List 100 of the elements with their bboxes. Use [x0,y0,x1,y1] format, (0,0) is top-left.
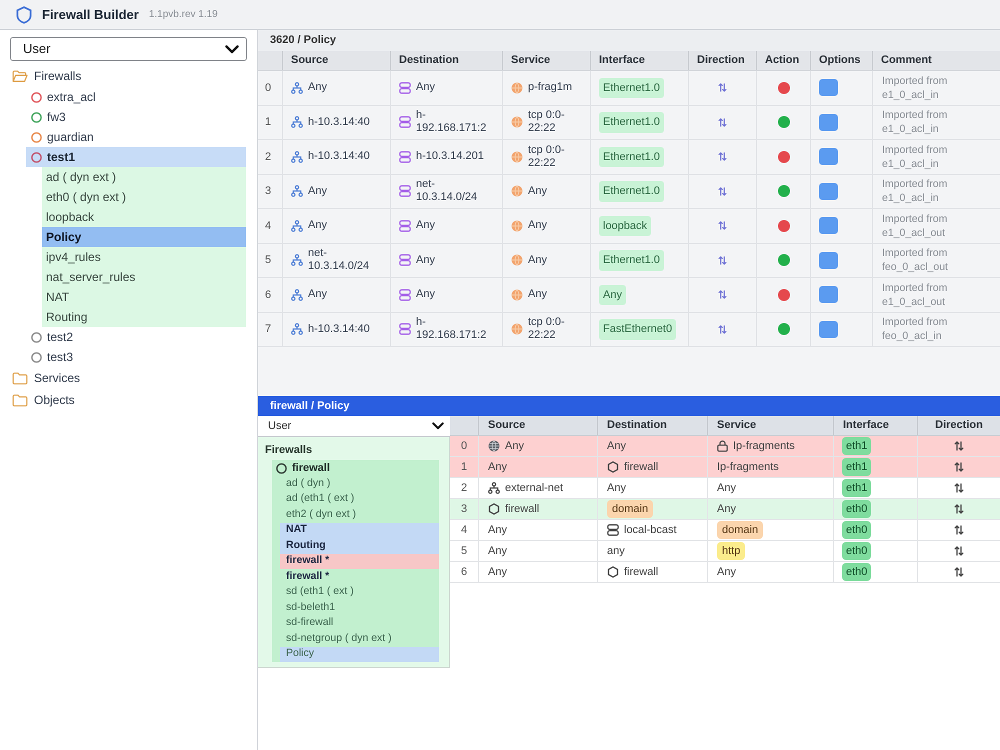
library-dropdown[interactable]: User [10,37,247,61]
options-icon[interactable] [819,286,838,304]
options-icon[interactable] [819,320,838,338]
column-header: Action [765,53,800,68]
row-number: 6 [265,288,272,302]
globe-icon [488,440,500,452]
row-number: 4 [265,218,272,234]
status-ring-icon [276,462,287,474]
up-down-arrows-icon [954,483,964,493]
up-down-arrows-icon [718,290,727,300]
row-number: 2 [460,480,468,496]
tree-item[interactable]: sd-firewall [280,616,439,631]
tree-item[interactable]: NAT [280,522,439,538]
tree-item[interactable]: Policy [42,227,246,247]
tree-item[interactable]: loopback [42,207,246,227]
source-object: Any [505,438,524,454]
service-object: Ip-fragments [733,438,795,454]
destination-address: Any [416,81,435,94]
tree-item[interactable]: nat_server_rules [42,267,246,287]
comment-text: Imported from e1_0_acl_in [882,177,948,206]
row-number: 6 [460,564,468,580]
tree-item[interactable]: fw3 [26,107,246,127]
tree-heading: Firewalls [265,443,312,457]
up-down-arrows-icon [718,83,727,92]
row-number: 2 [265,150,272,164]
options-icon[interactable] [819,148,838,166]
hexagon-icon [488,503,500,515]
destination-object-tag: domain [607,500,654,518]
source-object: external-net [505,480,564,496]
tree-item[interactable]: eth0 ( dyn ext ) [42,187,246,207]
options-icon[interactable] [819,79,838,96]
options-icon[interactable] [819,217,838,234]
tree-item[interactable]: extra_acl [26,87,246,107]
tree-item[interactable]: Routing [280,538,439,554]
tree-item[interactable]: eth2 ( dyn ext ) [280,507,439,522]
row-number: 4 [460,522,468,538]
row-number: 1 [460,460,468,475]
options-icon[interactable] [819,182,838,200]
options-icon[interactable] [819,114,838,131]
server-icon [607,524,619,536]
service-name: tcp 0:0-22:22 [528,316,566,342]
source-address: Any [308,81,327,94]
tree-item[interactable]: firewall [272,460,439,476]
tree-item[interactable]: Routing [42,307,246,327]
tree-item[interactable]: guardian [26,127,246,147]
tree-item[interactable]: firewall * [280,554,439,569]
chevron-down-icon [432,422,444,430]
comment-text: Imported from e1_0_acl_in [882,74,948,102]
rule-row[interactable]: 0 Any Any Ip-fragments eth1 [450,436,1000,457]
tree-item[interactable]: Policy [280,646,439,662]
network-icon [291,254,303,266]
tree-item[interactable]: NAT [42,287,246,307]
rule-row[interactable]: 1 Any firewall Ip-fragments eth1 [450,457,1000,478]
rule-row[interactable]: 2 external-net Any Any eth1 [450,478,1000,499]
rule-row[interactable]: 4 Any local-bcast domain eth0 [450,520,1000,541]
source-address: Any [308,288,327,302]
comment-text: Imported from feo_0_acl_out [882,246,949,274]
tree-item[interactable]: ipv4_rules [42,247,246,267]
column-header: Source [488,418,526,434]
server-icon [399,220,411,232]
tree-item[interactable]: sd-netgroup ( dyn ext ) [280,631,439,646]
comment-text: Imported from e1_0_acl_out [882,212,948,240]
shield-icon [16,6,32,24]
tree-item[interactable]: sd-beleth1 [280,600,439,616]
up-down-arrows-icon [718,221,727,230]
interface-tag: Ethernet1.0 [599,250,664,270]
up-down-arrows-icon [954,567,964,577]
folder-icon [12,394,28,406]
up-down-arrows-icon [718,186,727,196]
network-icon [291,323,303,336]
destination-address: Any [416,219,435,232]
tree-item[interactable]: sd (eth1 ( ext ) [280,584,439,600]
tree-item[interactable]: test1 [26,147,246,167]
rule-row[interactable]: 3 firewall domain Any eth0 [450,499,1000,520]
source-object: Any [488,544,507,559]
tree-item[interactable]: firewall * [280,569,439,584]
tree-item[interactable]: Services [12,367,246,389]
rule-row[interactable]: 5 Any any http eth0 [450,541,1000,562]
tree-item[interactable]: Firewalls [12,65,246,87]
row-number: 3 [460,502,468,517]
tree-item[interactable]: ad (eth1 ( ext ) [280,492,439,507]
lock-icon [717,440,728,452]
tree-item[interactable]: ad ( dyn ) [280,476,439,492]
service-name: Any [528,288,547,302]
network-icon [291,288,303,301]
server-icon [399,116,411,128]
network-icon [291,116,303,128]
tree-item[interactable]: Objects [12,389,246,411]
options-icon[interactable] [819,252,838,269]
destination-address: Any [416,254,435,267]
source-object: firewall [505,502,540,517]
tree-item[interactable]: test3 [26,347,246,367]
destination-object: firewall [624,460,658,475]
tree-item[interactable]: ad ( dyn ext ) [42,167,246,187]
globe-icon [511,254,523,266]
rule-row[interactable]: 6 Any firewall Any eth0 [450,562,1000,583]
column-header: Service [717,418,756,434]
source-address: Any [308,219,327,232]
source-object: Any [488,460,507,475]
tree-item[interactable]: test2 [26,327,246,347]
